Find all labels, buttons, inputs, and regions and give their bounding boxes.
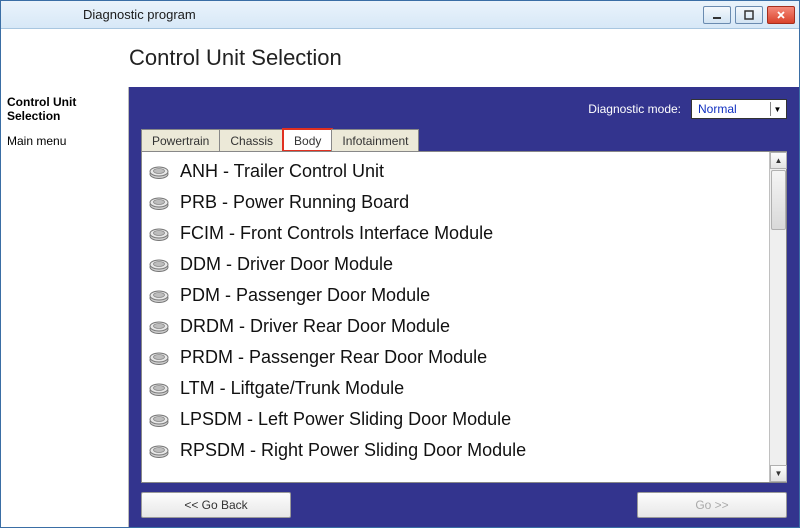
ecu-icon — [148, 350, 170, 366]
list-item[interactable]: RPSDM - Right Power Sliding Door Module — [142, 435, 769, 466]
diagnostic-mode-row: Diagnostic mode: Normal ▼ — [141, 97, 787, 121]
tab-body[interactable]: Body — [283, 129, 332, 151]
maximize-icon — [744, 10, 754, 20]
diagnostic-mode-value: Normal — [698, 102, 737, 116]
list-item-label: RPSDM - Right Power Sliding Door Module — [180, 440, 526, 461]
maximize-button[interactable] — [735, 6, 763, 24]
ecu-icon — [148, 164, 170, 180]
ecu-icon — [148, 226, 170, 242]
app-window: Diagnostic program Control Unit Selectio… — [0, 0, 800, 528]
body: Control Unit Selection Main menu Diagnos… — [1, 87, 799, 527]
ecu-icon — [148, 412, 170, 428]
sidebar-item-main-menu[interactable]: Main menu — [7, 134, 122, 148]
ecu-icon — [148, 319, 170, 335]
list-item[interactable]: DDM - Driver Door Module — [142, 249, 769, 280]
diagnostic-mode-label: Diagnostic mode: — [588, 102, 681, 116]
tab-strip: Powertrain Chassis Body Infotainment — [141, 127, 787, 151]
list-item[interactable]: FCIM - Front Controls Interface Module — [142, 218, 769, 249]
scroll-thumb[interactable] — [771, 170, 786, 230]
list-item[interactable]: PDM - Passenger Door Module — [142, 280, 769, 311]
list-item-label: DDM - Driver Door Module — [180, 254, 393, 275]
main-panel: Diagnostic mode: Normal ▼ Powertrain Cha… — [129, 87, 799, 527]
list-item-label: PDM - Passenger Door Module — [180, 285, 430, 306]
tab-chassis[interactable]: Chassis — [219, 129, 284, 151]
close-button[interactable] — [767, 6, 795, 24]
diagnostic-mode-select[interactable]: Normal ▼ — [691, 99, 787, 119]
header: Control Unit Selection — [1, 29, 799, 87]
scroll-down-button[interactable]: ▼ — [770, 465, 787, 482]
list-item[interactable]: LPSDM - Left Power Sliding Door Module — [142, 404, 769, 435]
page-title: Control Unit Selection — [129, 45, 342, 71]
titlebar: Diagnostic program — [1, 1, 799, 29]
ecu-icon — [148, 195, 170, 211]
list-item-label: PRB - Power Running Board — [180, 192, 409, 213]
list-item-label: LTM - Liftgate/Trunk Module — [180, 378, 404, 399]
list-item[interactable]: LTM - Liftgate/Trunk Module — [142, 373, 769, 404]
list-item[interactable]: PRB - Power Running Board — [142, 187, 769, 218]
scroll-up-button[interactable]: ▲ — [770, 152, 787, 169]
ecu-icon — [148, 288, 170, 304]
list-item[interactable]: DRDM - Driver Rear Door Module — [142, 311, 769, 342]
window-title: Diagnostic program — [11, 7, 703, 22]
minimize-button[interactable] — [703, 6, 731, 24]
close-icon — [776, 10, 786, 20]
list-item-label: LPSDM - Left Power Sliding Door Module — [180, 409, 511, 430]
control-unit-listbox: ANH - Trailer Control Unit PRB - Power Ru… — [141, 151, 787, 483]
ecu-icon — [148, 381, 170, 397]
go-back-button[interactable]: << Go Back — [141, 492, 291, 518]
list-item-label: PRDM - Passenger Rear Door Module — [180, 347, 487, 368]
go-button[interactable]: Go >> — [637, 492, 787, 518]
tab-infotainment[interactable]: Infotainment — [331, 129, 419, 151]
list-item[interactable]: PRDM - Passenger Rear Door Module — [142, 342, 769, 373]
sidebar: Control Unit Selection Main menu — [1, 87, 129, 527]
chevron-down-icon: ▼ — [770, 102, 784, 116]
list-item-label: FCIM - Front Controls Interface Module — [180, 223, 493, 244]
ecu-icon — [148, 257, 170, 273]
minimize-icon — [712, 10, 722, 20]
footer: << Go Back Go >> — [141, 483, 787, 519]
list-item-label: ANH - Trailer Control Unit — [180, 161, 384, 182]
tab-powertrain[interactable]: Powertrain — [141, 129, 220, 151]
list-item-label: DRDM - Driver Rear Door Module — [180, 316, 450, 337]
sidebar-title: Control Unit Selection — [7, 95, 122, 124]
scrollbar: ▲ ▼ — [769, 152, 786, 482]
ecu-icon — [148, 443, 170, 459]
control-unit-list: ANH - Trailer Control Unit PRB - Power Ru… — [142, 152, 769, 482]
list-item[interactable]: ANH - Trailer Control Unit — [142, 156, 769, 187]
window-buttons — [703, 6, 795, 24]
